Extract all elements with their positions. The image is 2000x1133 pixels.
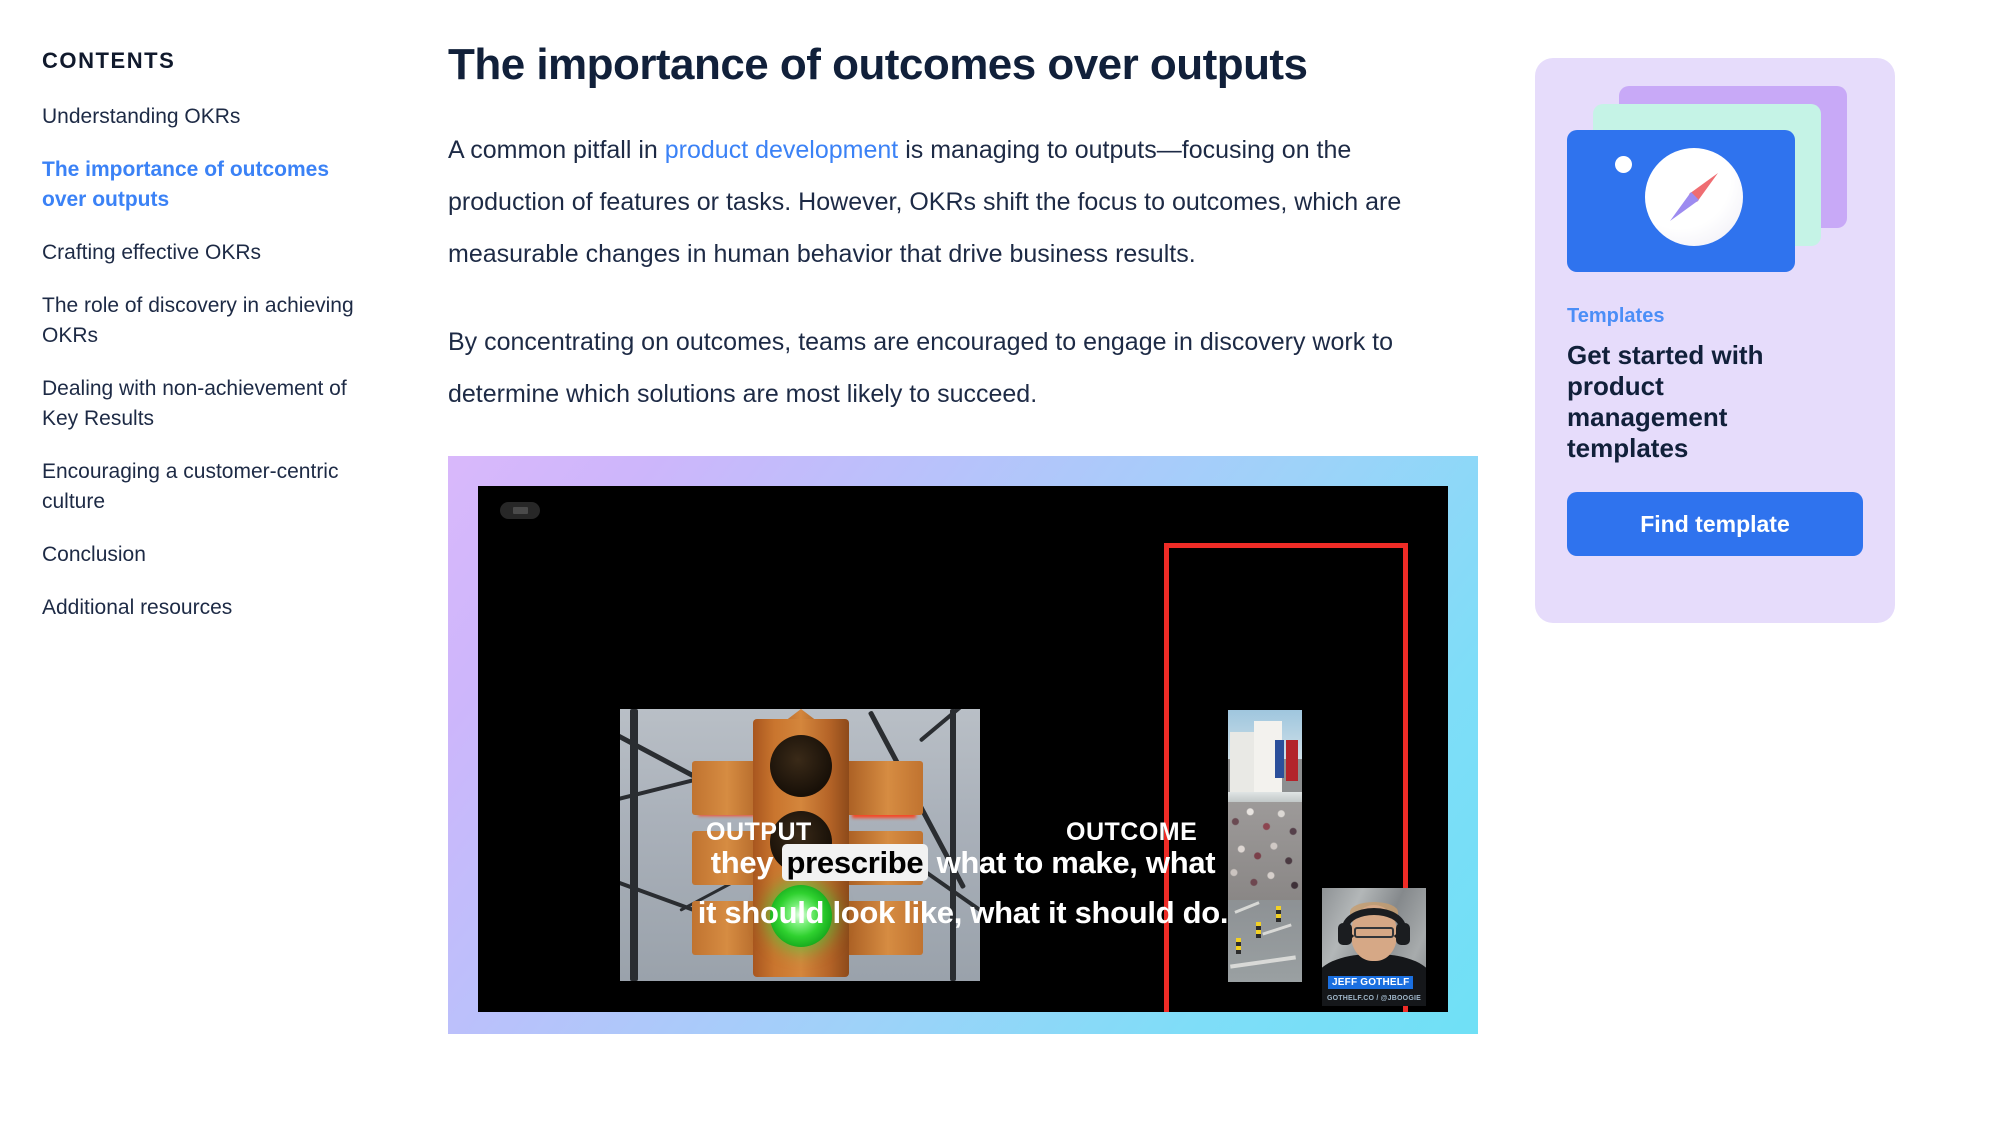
- video-caption: they prescribe what to make, what it sho…: [478, 838, 1448, 938]
- toc-item-crafting-effective-okrs[interactable]: Crafting effective OKRs: [42, 238, 367, 268]
- paragraph-1: A common pitfall in product development …: [448, 124, 1470, 280]
- headphone-earcup: [1396, 923, 1410, 946]
- toc-item-additional-resources[interactable]: Additional resources: [42, 593, 367, 623]
- toc-item-dealing-with-non-achievement[interactable]: Dealing with non-achievement of Key Resu…: [42, 374, 367, 434]
- article-body: The importance of outcomes over outputs …: [448, 38, 1478, 1034]
- product-development-link[interactable]: product development: [665, 136, 898, 164]
- toc-heading: CONTENTS: [42, 48, 176, 73]
- video-screen[interactable]: OUTPUT OUTCOME they prescribe what to ma…: [478, 486, 1448, 1012]
- templates-promo-card: Templates Get started with product manag…: [1535, 58, 1895, 623]
- toc-item-customer-centric-culture[interactable]: Encouraging a customer-centric culture: [42, 457, 367, 517]
- caption-text-b: what to make, what: [928, 845, 1216, 880]
- page-title: The importance of outcomes over outputs: [448, 40, 1308, 89]
- toc-item-conclusion[interactable]: Conclusion: [42, 540, 367, 570]
- traffic-light-visor: [845, 761, 923, 815]
- toc-item-understanding-okrs[interactable]: Understanding OKRs: [42, 102, 367, 132]
- find-template-button[interactable]: Find template: [1567, 492, 1863, 556]
- speaker-handle: GOTHELF.CO / @JBOOGIE: [1326, 995, 1422, 1002]
- templates-stack-illustration: [1567, 86, 1863, 281]
- speaker-name-badge: JEFF GOTHELF: [1328, 976, 1414, 989]
- glasses-icon: [1354, 926, 1394, 938]
- promo-eyebrow-label: Templates: [1567, 305, 1665, 327]
- article-page: CONTENTS Understanding OKRs The importan…: [0, 0, 2000, 1133]
- traffic-light-red-lamp: [770, 735, 832, 797]
- paragraph-1-text-before: A common pitfall in: [448, 136, 665, 164]
- table-of-contents: CONTENTS Understanding OKRs The importan…: [42, 48, 372, 646]
- video-embed[interactable]: OUTPUT OUTCOME they prescribe what to ma…: [448, 456, 1478, 1034]
- caption-text-a: they: [710, 845, 782, 880]
- caption-highlight-word: prescribe: [781, 844, 929, 881]
- compass-icon: [1645, 148, 1743, 246]
- video-player-badge-icon: [500, 502, 540, 519]
- promo-title: Get started with product management temp…: [1567, 340, 1764, 463]
- toc-item-importance-of-outcomes-over-outputs[interactable]: The importance of outcomes over outputs: [42, 155, 367, 215]
- toc-item-role-of-discovery[interactable]: The role of discovery in achieving OKRs: [42, 291, 367, 351]
- speaker-webcam-overlay: JEFF GOTHELF GOTHELF.CO / @JBOOGIE: [1322, 888, 1426, 1006]
- card-dot-icon: [1615, 156, 1632, 173]
- video-caption-line-2: it should look like, what it should do.: [697, 895, 1229, 930]
- headphone-earcup: [1338, 923, 1352, 946]
- video-caption-line-1: they prescribe what to make, what: [478, 838, 1448, 888]
- paragraph-2: By concentrating on outcomes, teams are …: [448, 328, 1393, 408]
